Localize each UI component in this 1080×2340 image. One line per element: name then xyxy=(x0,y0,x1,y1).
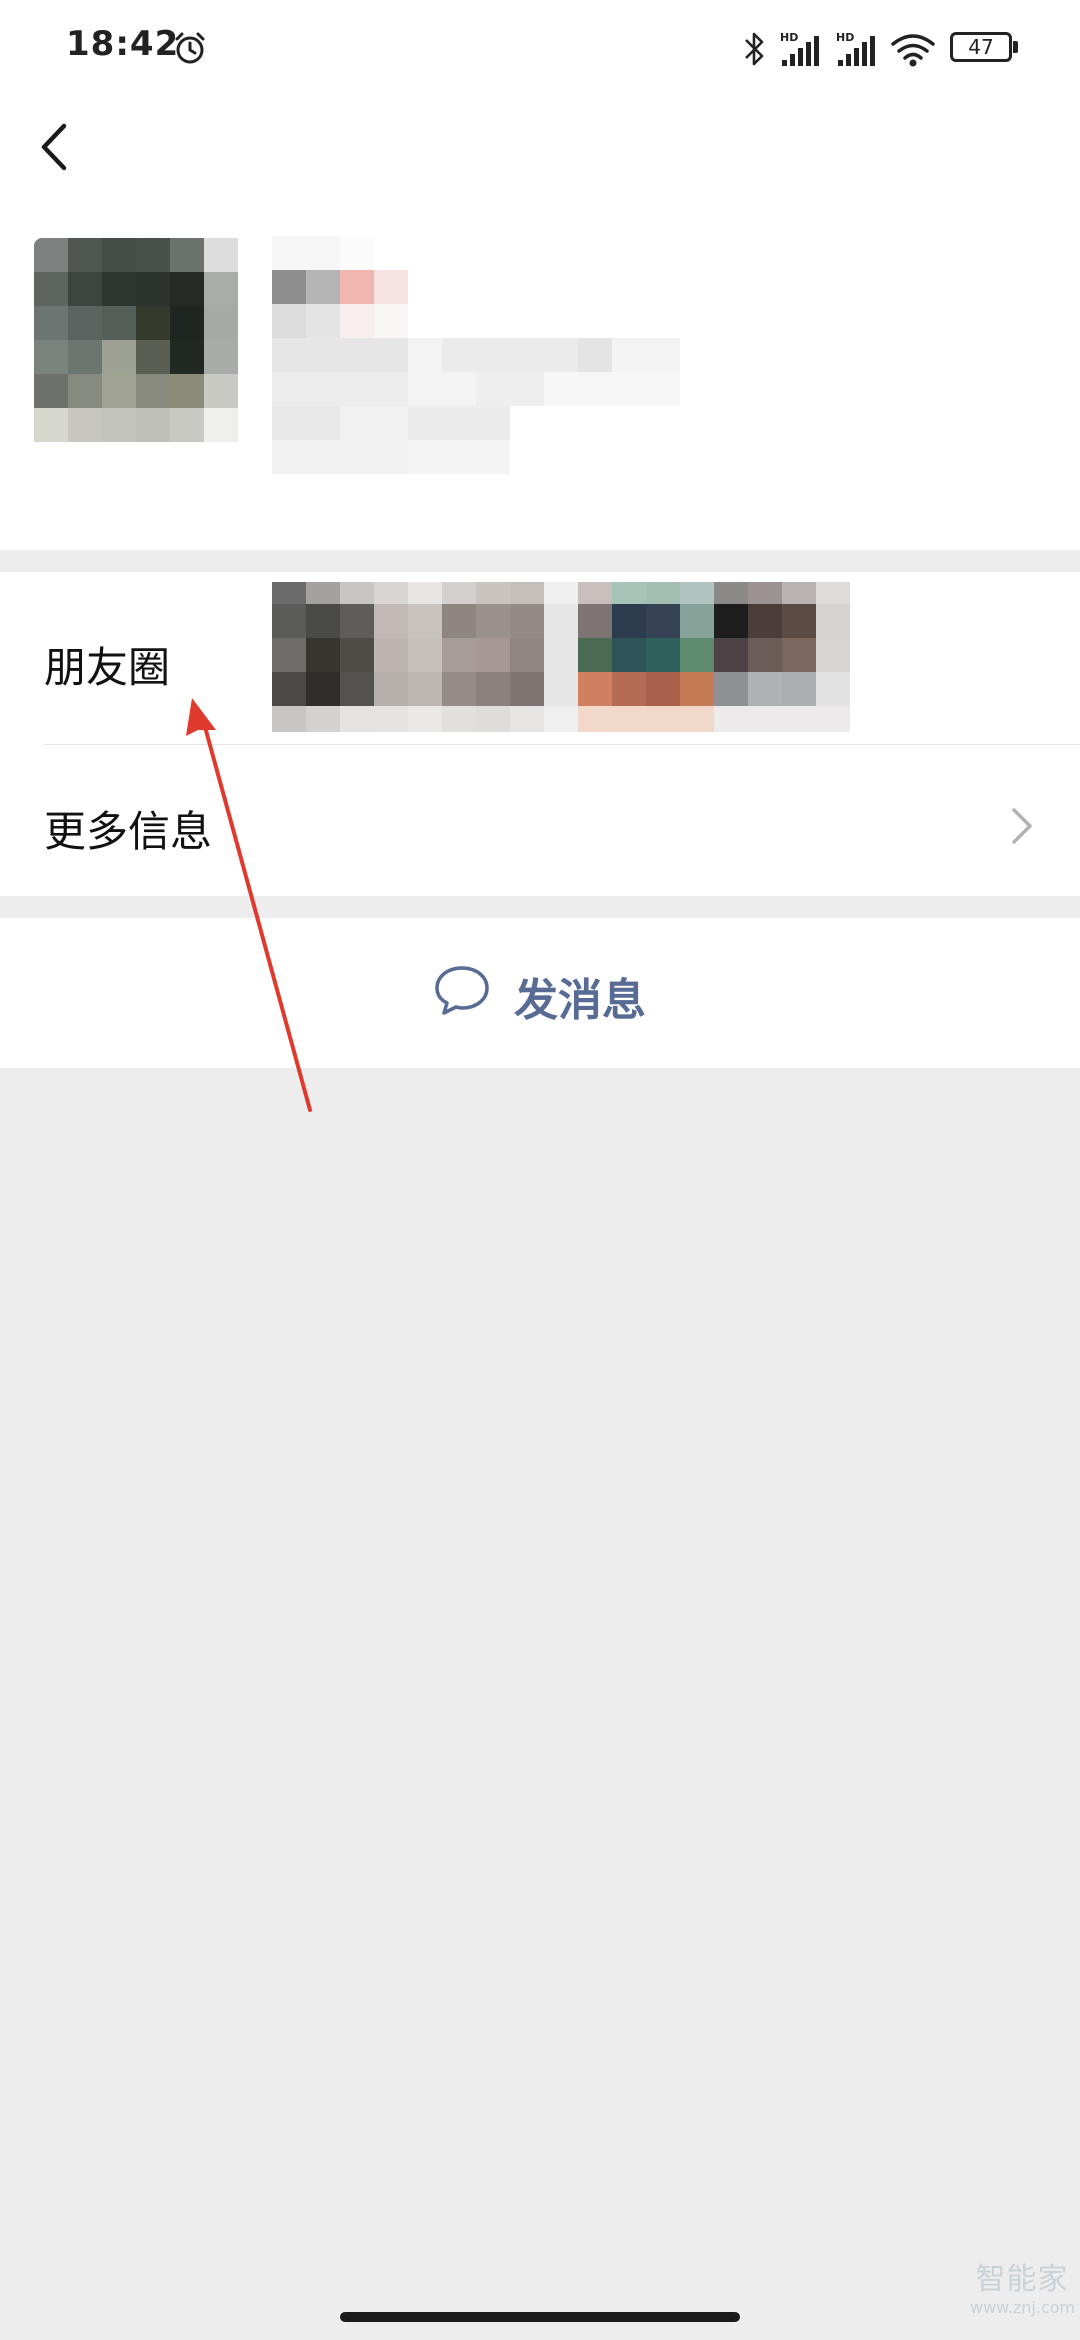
profile-name-blurred xyxy=(272,236,680,474)
annotation-arrow xyxy=(186,698,312,1112)
cellular-signal-icon: HD xyxy=(780,31,819,66)
section-divider xyxy=(0,550,1080,572)
send-message-button[interactable]: 发消息 xyxy=(420,952,680,1032)
moments-label: 朋友圈 xyxy=(44,643,171,692)
alarm-clock-icon xyxy=(175,32,205,64)
svg-text:HD: HD xyxy=(780,31,798,44)
more-info-row[interactable]: 更多信息 xyxy=(0,746,1080,908)
status-bar: 18:42 HD HD 47 xyxy=(0,0,1080,100)
watermark-sub: www.znj.com xyxy=(970,2298,1076,2317)
battery-tip xyxy=(1013,41,1018,53)
cellular-signal-icon-2: HD xyxy=(836,31,875,66)
home-indicator[interactable] xyxy=(340,2312,740,2322)
section-divider-2 xyxy=(0,896,1080,918)
battery-indicator: 47 xyxy=(950,32,1012,62)
avatar[interactable] xyxy=(34,238,238,442)
back-button[interactable] xyxy=(30,112,80,182)
status-time: 18:42 xyxy=(66,24,180,64)
contact-profile-screen: 18:42 HD HD 47 朋友圈 更多信息 发消息 智能家 www.znj.… xyxy=(0,0,1080,2340)
send-message-section: 发消息 xyxy=(0,918,1080,1068)
wifi-icon xyxy=(891,34,935,67)
profile-options-list: 朋友圈 更多信息 xyxy=(0,572,1080,896)
moments-row[interactable]: 朋友圈 xyxy=(0,572,1080,745)
profile-header: 18:42 HD HD 47 xyxy=(0,0,1080,550)
watermark: 智能家 www.znj.com xyxy=(970,2262,1076,2332)
chevron-right-icon xyxy=(1012,808,1032,844)
moments-photo-thumbnails xyxy=(272,582,850,732)
watermark-main: 智能家 xyxy=(975,2262,1069,2297)
chat-bubble-icon xyxy=(435,966,489,1015)
svg-text:HD: HD xyxy=(836,31,854,44)
bluetooth-icon xyxy=(745,32,764,66)
send-message-label: 发消息 xyxy=(514,975,646,1026)
